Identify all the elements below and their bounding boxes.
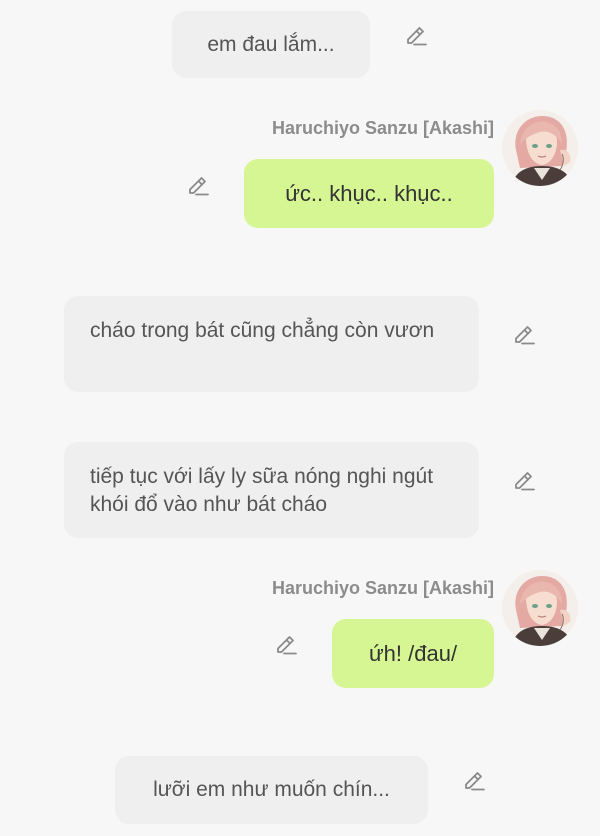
message-text: ức.. khục.. khục.. bbox=[285, 180, 453, 206]
pencil-edit-icon[interactable] bbox=[510, 322, 538, 350]
message-text: lưỡi em như muốn chín... bbox=[153, 778, 390, 801]
pencil-edit-icon[interactable] bbox=[510, 468, 538, 496]
avatar-image bbox=[502, 110, 578, 186]
message-text: ứh! /đau/ bbox=[368, 640, 458, 666]
pencil-edit-icon[interactable] bbox=[460, 768, 488, 796]
avatar[interactable] bbox=[502, 570, 578, 646]
narration-bubble: em đau lắm... bbox=[172, 11, 370, 78]
character-bubble: ứh! /đau/ bbox=[332, 619, 494, 688]
pencil-edit-icon[interactable] bbox=[402, 23, 430, 51]
avatar-image bbox=[502, 570, 578, 646]
message-text: tiếp tục với lấy ly sữa nóng nghi ngút k… bbox=[90, 465, 434, 516]
message-text: em đau lắm... bbox=[207, 32, 335, 56]
avatar[interactable] bbox=[502, 110, 578, 186]
narration-bubble: tiếp tục với lấy ly sữa nóng nghi ngút k… bbox=[64, 442, 479, 538]
character-name: Haruchiyo Sanzu [Akashi] bbox=[271, 118, 494, 138]
pencil-edit-icon[interactable] bbox=[184, 173, 212, 201]
character-bubble: ức.. khục.. khục.. bbox=[244, 159, 494, 228]
character-name: Haruchiyo Sanzu [Akashi] bbox=[271, 578, 494, 598]
message-text: cháo trong bát cũng chẳng còn vươn bbox=[90, 319, 435, 342]
narration-bubble: lưỡi em như muốn chín... bbox=[115, 756, 428, 824]
pencil-edit-icon[interactable] bbox=[272, 632, 300, 660]
narration-bubble: cháo trong bát cũng chẳng còn vươn bbox=[64, 296, 479, 392]
